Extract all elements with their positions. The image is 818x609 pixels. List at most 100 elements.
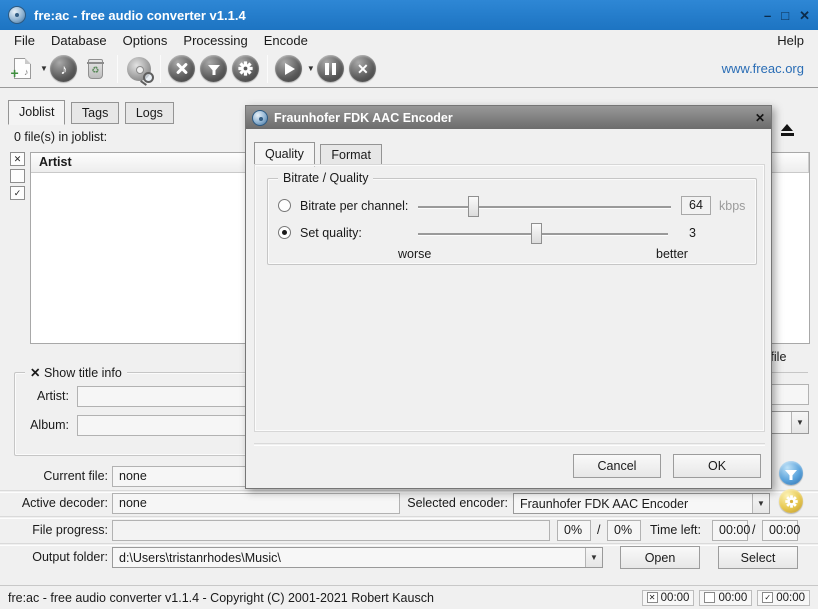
magnifier-icon	[143, 72, 154, 83]
select-folder-button[interactable]: Select	[718, 546, 798, 569]
add-files-button[interactable]: +♪	[6, 53, 38, 85]
bitrate-radio[interactable]	[278, 199, 291, 212]
quality-slider[interactable]	[418, 233, 668, 235]
show-title-info-toggle[interactable]: ✕ Show title info	[25, 365, 127, 380]
wrench-icon	[168, 55, 195, 82]
partial-combo[interactable]: ▼	[771, 411, 809, 434]
selected-encoder-label: Selected encoder:	[405, 496, 508, 510]
toggle-selection-button[interactable]: ✓	[10, 186, 25, 200]
signal-processing-side-button[interactable]	[779, 461, 803, 485]
collapse-x-icon: ✕	[30, 366, 40, 380]
output-folder-label: Output folder:	[4, 550, 108, 564]
set-quality-radio[interactable]	[278, 226, 291, 239]
pause-encoding-button[interactable]	[315, 53, 347, 85]
album-label: Album:	[23, 418, 69, 432]
checkbox-check-icon: ✓	[762, 592, 773, 603]
configure-encoder-button[interactable]	[230, 53, 262, 85]
gear-icon	[232, 55, 259, 82]
menu-options[interactable]: Options	[115, 31, 176, 50]
select-all-button[interactable]: ✕	[10, 152, 25, 166]
set-quality-label: Set quality:	[300, 226, 362, 240]
row-separator	[0, 516, 818, 518]
window-title: fre:ac - free audio converter v1.1.4	[34, 8, 246, 23]
time-left-label: Time left:	[650, 523, 701, 537]
minimize-button[interactable]: –	[764, 9, 771, 22]
chevron-down-icon[interactable]: ▼	[791, 412, 808, 433]
time-left-total: 00:00	[762, 520, 798, 541]
checkbox-x-icon: ✕	[647, 592, 658, 603]
toolbar-separator	[117, 55, 118, 83]
bitrate-slider-thumb[interactable]	[468, 196, 479, 217]
timer-all: ✕ 00:00	[642, 590, 695, 606]
tab-joblist[interactable]: Joblist	[8, 100, 65, 125]
menu-help[interactable]: Help	[769, 31, 812, 50]
row-separator	[0, 543, 818, 545]
joblist-select-buttons: ✕ ✓	[10, 152, 25, 203]
checkbox-empty-icon	[704, 592, 715, 603]
pause-icon	[317, 55, 344, 82]
bitrate-slider[interactable]	[418, 206, 671, 208]
menu-processing[interactable]: Processing	[175, 31, 255, 50]
ok-button[interactable]: OK	[673, 454, 761, 478]
select-none-button[interactable]	[10, 169, 25, 183]
menu-encode[interactable]: Encode	[256, 31, 316, 50]
time-slash: /	[752, 523, 755, 537]
output-folder-dropdown[interactable]: d:\Users\tristanrhodes\Music\ ▼	[112, 547, 603, 568]
main-tabs: Joblist Tags Logs	[8, 101, 176, 126]
cddb-query-button[interactable]	[123, 53, 155, 85]
statusbar: fre:ac - free audio converter v1.1.4 - C…	[0, 585, 818, 609]
file-progress-bar	[112, 520, 550, 541]
cancel-button[interactable]: Cancel	[573, 454, 661, 478]
open-folder-button[interactable]: Open	[620, 546, 700, 569]
application-window: fre:ac - free audio converter v1.1.4 – □…	[0, 0, 818, 609]
maximize-button[interactable]: □	[781, 9, 789, 22]
menu-database[interactable]: Database	[43, 31, 115, 50]
bitrate-quality-group-title: Bitrate / Quality	[278, 171, 373, 185]
funnel-icon	[779, 461, 803, 485]
dialog-close-button[interactable]: ✕	[755, 111, 765, 125]
bitrate-label: Bitrate per channel:	[300, 199, 408, 213]
partial-field[interactable]	[771, 384, 809, 405]
signal-processing-button[interactable]	[198, 53, 230, 85]
eject-icon	[781, 124, 793, 131]
add-files-dropdown-arrow-icon[interactable]: ▼	[40, 64, 48, 73]
scale-worse-label: worse	[398, 247, 431, 261]
add-cd-tracks-button[interactable]: ♪	[48, 53, 80, 85]
eject-cd-button[interactable]	[774, 124, 800, 142]
play-icon	[275, 55, 302, 82]
file-progress-label: File progress:	[4, 523, 108, 537]
quality-tab-page: Bitrate / Quality Bitrate per channel: 6…	[254, 164, 765, 432]
tab-format[interactable]: Format	[320, 144, 382, 166]
remove-all-button[interactable]	[80, 53, 112, 85]
close-button[interactable]: ✕	[799, 9, 810, 22]
general-settings-button[interactable]	[166, 53, 198, 85]
configure-encoder-side-button[interactable]	[779, 489, 803, 513]
music-note-icon: ♪	[50, 55, 77, 82]
chevron-down-icon[interactable]: ▼	[585, 548, 602, 567]
stop-encoding-button[interactable]: ✕	[347, 53, 379, 85]
freac-website-link[interactable]: www.freac.org	[722, 61, 804, 76]
bitrate-quality-group: Bitrate / Quality Bitrate per channel: 6…	[267, 178, 757, 265]
menu-file[interactable]: File	[6, 31, 43, 50]
titlebar: fre:ac - free audio converter v1.1.4 – □…	[0, 0, 818, 30]
row-separator	[0, 490, 818, 492]
statusbar-text: fre:ac - free audio converter v1.1.4 - C…	[8, 591, 434, 605]
app-icon	[8, 6, 26, 24]
chevron-down-icon[interactable]: ▼	[752, 494, 769, 513]
start-encoding-button[interactable]	[273, 53, 305, 85]
start-encoding-dropdown-arrow-icon[interactable]: ▼	[307, 64, 315, 73]
stop-x-icon: ✕	[349, 55, 376, 82]
active-decoder-value: none	[112, 493, 400, 514]
group-border-fragment	[772, 372, 808, 373]
cd-search-icon	[127, 57, 151, 81]
quality-slider-thumb[interactable]	[531, 223, 542, 244]
toolbar-separator	[160, 55, 161, 83]
tab-tags[interactable]: Tags	[71, 102, 119, 124]
active-decoder-label: Active decoder:	[4, 496, 108, 510]
selected-encoder-dropdown[interactable]: Fraunhofer FDK AAC Encoder ▼	[513, 493, 770, 514]
dialog-titlebar: Fraunhofer FDK AAC Encoder ✕	[246, 106, 771, 129]
tab-logs[interactable]: Logs	[125, 102, 174, 124]
bitrate-value-field[interactable]: 64	[681, 196, 711, 215]
timer-none: 00:00	[699, 590, 752, 606]
gear-icon	[779, 489, 803, 513]
